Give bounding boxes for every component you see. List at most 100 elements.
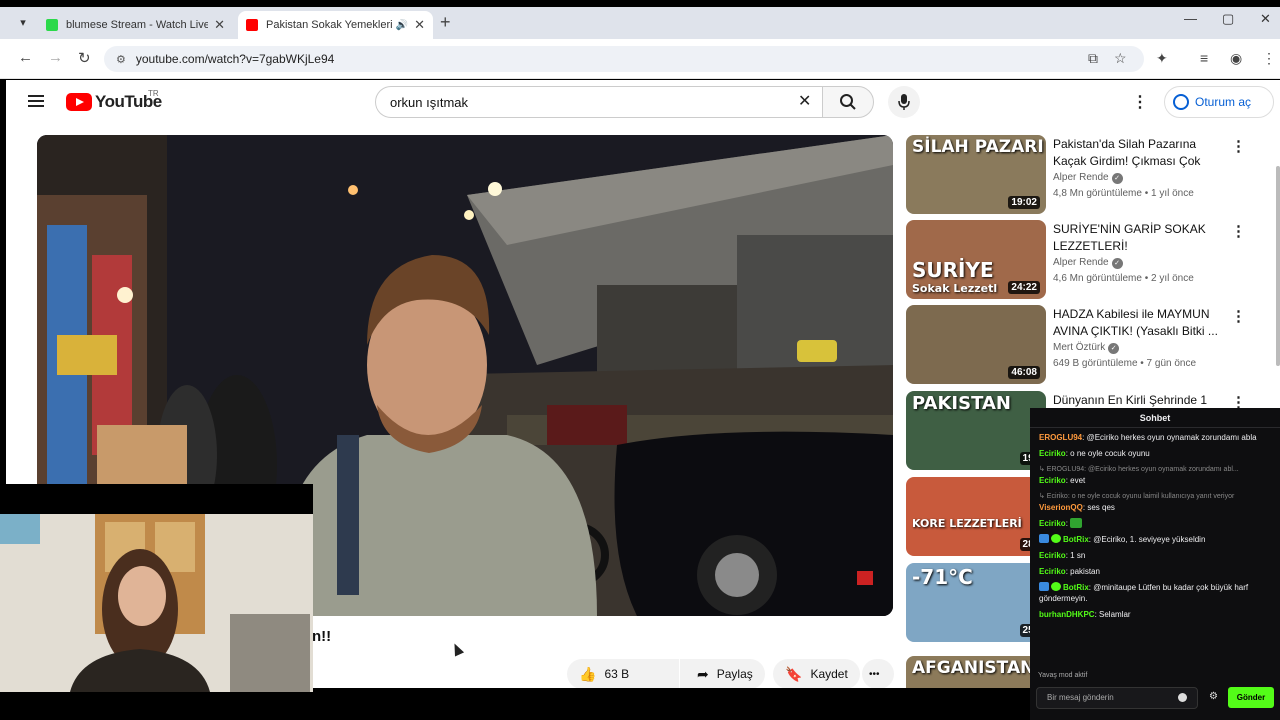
save-button[interactable]: 🔖 Kaydet (773, 659, 860, 688)
chat-text: o ne oyle cocuk oyunu (1070, 449, 1150, 458)
search-button[interactable] (822, 86, 874, 118)
hamburger-menu-icon[interactable] (28, 95, 44, 107)
tab-close-icon[interactable]: ✕ (214, 17, 225, 33)
chat-message-input[interactable]: Bir mesaj gönderin (1036, 687, 1198, 709)
chat-username[interactable]: Eciriko (1039, 476, 1066, 485)
search-query: orkun ışıtmak (390, 94, 469, 110)
signin-label: Oturum aç (1195, 95, 1252, 109)
speaker-icon[interactable]: 🔊 (396, 20, 408, 31)
chat-username[interactable]: Eciriko (1039, 449, 1066, 458)
settings-menu-icon[interactable]: ⋮ (1132, 92, 1148, 112)
chat-message: Eciriko: pakistan (1039, 567, 1100, 576)
microphone-icon (898, 94, 910, 110)
webcam-overlay (0, 514, 313, 692)
webcam-feed (0, 514, 313, 692)
chat-message: Eciriko: o ne oyle cocuk oyunu (1039, 449, 1150, 458)
video-thumbnail[interactable]: SURİYE Sokak Lezzetl 24:22 (906, 220, 1046, 299)
tab-title: Pakistan Sokak Yemeklerini (266, 19, 392, 31)
youtube-logo[interactable]: YouTube TR (66, 89, 162, 112)
item-menu-icon[interactable]: ⋮ (1231, 137, 1246, 155)
signin-button[interactable]: Oturum aç (1164, 86, 1274, 118)
save-label: Kaydet (810, 667, 848, 681)
verified-badge-icon (1051, 534, 1061, 543)
chat-header: Sohbet (1030, 408, 1280, 428)
video-thumbnail[interactable]: -71°C 25: (906, 563, 1046, 642)
tab-bar: ▾ blumese Stream - Watch Live on ✕ Pakis… (0, 7, 1280, 39)
channel-label: Alper Rende (1053, 257, 1109, 268)
recommendation-item[interactable]: SİLAH PAZARI 19:02 Pakistan'da Silah Paz… (906, 135, 1246, 215)
like-button[interactable]: 👍 63 B (567, 659, 679, 688)
chat-text: @Eciriko herkes oyun oynamak zorundamı a… (1086, 433, 1257, 442)
forward-arrow-icon[interactable]: → (48, 49, 63, 66)
clear-search-icon[interactable]: ✕ (798, 91, 811, 111)
search-icon (840, 94, 856, 110)
chat-settings-gear-icon[interactable]: ⚙ (1209, 691, 1218, 702)
channel-name[interactable]: Mert Öztürk ✓ (1053, 342, 1120, 354)
video-thumbnail[interactable]: 46:08 (906, 305, 1046, 384)
save-action: 🔖 Kaydet (773, 658, 860, 688)
emoji-picker-icon[interactable] (1178, 693, 1187, 702)
chat-message: burhanDHKPC: Selamlar (1039, 610, 1131, 619)
chat-username[interactable]: burhanDHKPC (1039, 610, 1095, 619)
tab-search-dropdown[interactable]: ▾ (12, 13, 34, 33)
back-arrow-icon[interactable]: ← (18, 49, 33, 66)
recommendation-title[interactable]: HADZA Kabilesi ile MAYMUN AVINA ÇIKTIK! … (1053, 306, 1218, 340)
tab-youtube-video[interactable]: Pakistan Sokak Yemeklerini 🔊 ✕ (238, 11, 433, 39)
share-button[interactable]: ➦ Paylaş (685, 659, 765, 688)
browser-menu-icon[interactable]: ⋮ (1262, 50, 1276, 67)
recommendation-title[interactable]: SURİYE'NİN GARİP SOKAK LEZZETLERİ! (1053, 221, 1218, 255)
recommendation-title[interactable]: Pakistan'da Silah Pazarına Kaçak Girdim!… (1053, 136, 1218, 170)
tab-close-icon[interactable]: ✕ (414, 17, 425, 33)
channel-name[interactable]: Alper Rende ✓ (1053, 257, 1123, 269)
chat-username[interactable]: Eciriko (1039, 567, 1066, 576)
thumbnail-caption: KORE LEZZETLERİ (912, 517, 1022, 530)
site-info-icon[interactable]: ⚙ (116, 53, 126, 66)
item-menu-icon[interactable]: ⋮ (1231, 222, 1246, 240)
chat-send-button[interactable]: Gönder (1228, 687, 1274, 708)
chat-username[interactable]: Eciriko (1039, 519, 1066, 528)
page-scrollbar[interactable] (1276, 166, 1280, 366)
more-actions-button[interactable]: ••• (862, 659, 894, 688)
install-app-icon[interactable]: ⧉ (1088, 50, 1098, 67)
url-input[interactable]: ⚙ youtube.com/watch?v=7gabWKjLe94 (104, 46, 1144, 72)
chat-username[interactable]: BotRix (1063, 583, 1089, 592)
minimize-button[interactable]: — (1184, 11, 1197, 26)
chat-username[interactable]: Eciriko (1039, 551, 1066, 560)
address-bar: ← → ↻ ⚙ youtube.com/watch?v=7gabWKjLe94 … (0, 39, 1280, 79)
new-tab-button[interactable]: + (440, 12, 451, 33)
channel-name[interactable]: Alper Rende ✓ (1053, 172, 1123, 184)
media-control-icon[interactable]: ≡ (1200, 50, 1208, 66)
reload-icon[interactable]: ↻ (78, 49, 91, 67)
item-menu-icon[interactable]: ⋮ (1231, 307, 1246, 325)
maximize-button[interactable]: ▢ (1222, 11, 1234, 27)
chat-username[interactable]: ViserionQQ (1039, 503, 1083, 512)
recommendation-item[interactable]: SURİYE Sokak Lezzetl 24:22 SURİYE'NİN GA… (906, 220, 1246, 300)
recommendation-item[interactable]: 46:08 HADZA Kabilesi ile MAYMUN AVINA ÇI… (906, 305, 1246, 385)
verified-check-icon: ✓ (1111, 258, 1123, 269)
chat-message: BotRix: @minitaupe Lütfen bu kadar çok b… (1039, 582, 1249, 603)
tab-blumese[interactable]: blumese Stream - Watch Live on ✕ (38, 11, 233, 39)
search-input[interactable]: orkun ışıtmak (375, 86, 823, 118)
profile-icon[interactable]: ◉ (1230, 50, 1242, 67)
voice-search-button[interactable] (888, 86, 920, 118)
chat-text: ses qes (1087, 503, 1115, 512)
duration-badge: 19:02 (1008, 196, 1040, 209)
recommendation-title[interactable]: Dünyanın En Kirli Şehrinde 1 (1053, 392, 1218, 409)
extensions-icon[interactable]: ✦ (1156, 50, 1168, 67)
video-thumbnail[interactable]: KORE LEZZETLERİ 28: (906, 477, 1046, 556)
chat-text: @Eciriko, 1. seviyeye yükseldin (1093, 535, 1206, 544)
bookmark-star-icon[interactable]: ☆ (1114, 50, 1127, 67)
video-thumbnail[interactable]: SİLAH PAZARI 19:02 (906, 135, 1046, 214)
close-window-button[interactable]: ✕ (1260, 11, 1271, 27)
video-thumbnail[interactable]: AFGANISTAN (906, 656, 1046, 688)
chat-message: Eciriko: 1 sn (1039, 551, 1086, 560)
chat-text: pakistan (1070, 567, 1100, 576)
video-title: n!! (312, 628, 332, 645)
verified-badge-icon (1051, 582, 1061, 591)
verified-check-icon: ✓ (1111, 173, 1123, 184)
video-thumbnail[interactable]: PAKISTAN 19: (906, 391, 1046, 470)
region-code: TR (148, 89, 159, 98)
chat-username[interactable]: BotRix (1063, 535, 1089, 544)
channel-label: Mert Öztürk (1053, 342, 1106, 353)
chat-username[interactable]: EROGLU94 (1039, 433, 1082, 442)
